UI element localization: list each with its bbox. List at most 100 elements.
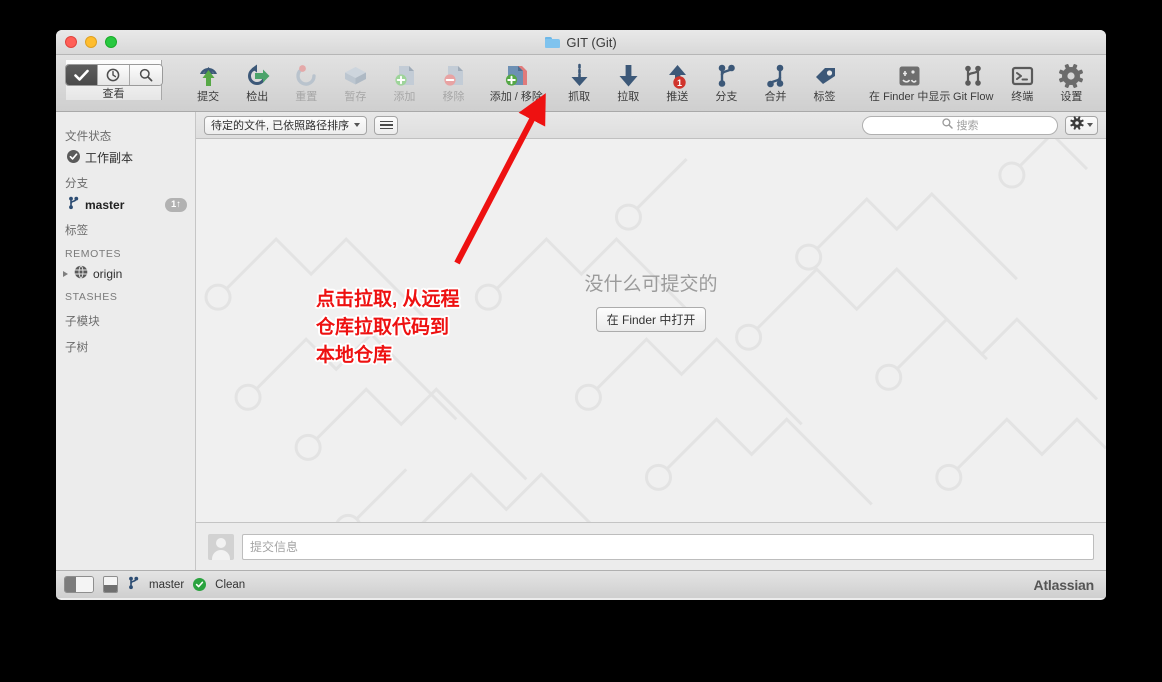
status-state-label: Clean xyxy=(215,579,245,591)
status-branch-label: master xyxy=(149,579,184,591)
chevron-down-icon xyxy=(1087,123,1093,127)
window-title: GIT (Git) xyxy=(566,35,616,50)
toolbar-button-merge[interactable]: 合并 xyxy=(751,60,800,103)
toolbar-button-branch[interactable]: 分支 xyxy=(702,60,751,103)
toolbar-label-git-flow: Git Flow xyxy=(953,91,993,103)
status-badge: 1↑ xyxy=(165,198,187,212)
toolbar-label-settings: 设置 xyxy=(1060,91,1082,103)
window-body: 文件状态 工作副本 分支 master 1↑ 标签 REMOTES xyxy=(56,112,1106,570)
empty-state: 没什么可提交的 在 Finder 中打开 xyxy=(196,269,1106,332)
terminal-icon xyxy=(1009,62,1036,89)
traffic-lights xyxy=(65,36,117,48)
toolbar-label-push: 推送 xyxy=(666,91,688,103)
file-sort-pulldown[interactable]: 待定的文件, 已依照路径排序 xyxy=(204,116,367,135)
empty-state-title: 没什么可提交的 xyxy=(584,269,717,296)
sidebar-header-branches: 分支 xyxy=(56,168,195,194)
add-remove-icon xyxy=(503,62,530,89)
file-sort-label: 待定的文件, 已依照路径排序 xyxy=(211,117,349,133)
commit-icon xyxy=(195,62,222,89)
toolbar-label-fetch: 抓取 xyxy=(568,91,590,103)
open-in-finder-button[interactable]: 在 Finder 中打开 xyxy=(596,307,707,332)
commit-message-bar: 提交信息 xyxy=(196,522,1106,570)
toolbar-button-git-flow[interactable]: Git Flow xyxy=(949,60,998,103)
toolbar-button-checkout[interactable]: 检出 xyxy=(233,60,282,103)
fetch-icon xyxy=(566,62,593,89)
window-title-group: GIT (Git) xyxy=(56,35,1106,50)
check-icon[interactable] xyxy=(66,65,98,85)
toolbar-button-add-remove[interactable]: 添加 / 移除 xyxy=(478,60,555,103)
sidebar-item-working-copy[interactable]: 工作副本 xyxy=(56,147,195,168)
toolbar-button-stash[interactable]: 暂存 xyxy=(331,60,380,103)
chevron-right-icon[interactable] xyxy=(63,271,68,277)
app-window: GIT (Git) 查看 xyxy=(56,30,1106,600)
toolbar-button-pull[interactable]: 拉取 xyxy=(604,60,653,103)
search-icon[interactable] xyxy=(130,65,162,85)
sidebar-header-remotes: REMOTES xyxy=(56,241,195,263)
toolbar-button-fetch[interactable]: 抓取 xyxy=(555,60,604,103)
search-icon xyxy=(942,118,953,132)
toolbar-label-merge: 合并 xyxy=(764,91,786,103)
finder-icon xyxy=(896,62,923,89)
status-bar: master Clean Atlassian xyxy=(56,570,1106,598)
stash-icon xyxy=(342,62,369,89)
reset-icon xyxy=(293,62,320,89)
push-icon: 1 xyxy=(664,62,691,89)
sidebar-header-tags: 标签 xyxy=(56,215,195,241)
toolbar-label-terminal: 终端 xyxy=(1011,91,1033,103)
list-view-button[interactable] xyxy=(374,116,398,135)
branch-icon xyxy=(713,62,740,89)
search-input[interactable]: 搜索 xyxy=(862,116,1058,135)
toolbar-button-settings[interactable]: 设置 xyxy=(1047,60,1096,103)
branch-icon xyxy=(67,196,80,213)
sidebar-header-stashes: STASHES xyxy=(56,284,195,306)
toolbar-button-remove[interactable]: 移除 xyxy=(429,60,478,103)
toolbar-label-add: 添加 xyxy=(393,91,415,103)
toolbar-label-stash: 暂存 xyxy=(344,91,366,103)
branch-icon xyxy=(127,576,140,593)
svg-text:1: 1 xyxy=(677,78,682,88)
toolbar-label-branch: 分支 xyxy=(715,91,737,103)
title-bar: GIT (Git) xyxy=(56,30,1106,55)
sidebar-item-origin[interactable]: origin xyxy=(56,263,195,284)
settings-gear-button[interactable] xyxy=(1065,116,1098,135)
remove-icon xyxy=(440,62,467,89)
toolbar-label-show-in-finder: 在 Finder 中显示 xyxy=(869,91,950,103)
folder-icon xyxy=(545,36,560,48)
pull-icon xyxy=(615,62,642,89)
toolbar-label-reset: 重置 xyxy=(295,91,317,103)
toolbar-button-add[interactable]: 添加 xyxy=(380,60,429,103)
sidebar-header-file-status: 文件状态 xyxy=(56,121,195,147)
zoom-button[interactable] xyxy=(105,36,117,48)
sidebar-toggle[interactable] xyxy=(64,576,94,593)
sidebar-item-master[interactable]: master 1↑ xyxy=(56,194,195,215)
commit-message-input[interactable]: 提交信息 xyxy=(242,534,1094,560)
git-flow-icon xyxy=(960,62,987,89)
main-toolbar: 查看 提交 检出 xyxy=(56,55,1106,112)
sidebar-label-master: master xyxy=(85,198,124,212)
user-avatar xyxy=(208,534,234,560)
toolbar-label-commit: 提交 xyxy=(197,91,219,103)
search-placeholder: 搜索 xyxy=(957,117,979,133)
atlassian-brand: Atlassian xyxy=(1034,577,1098,593)
sidebar-header-submodules: 子模块 xyxy=(56,306,195,332)
toolbar-button-push[interactable]: 1 推送 xyxy=(653,60,702,103)
clock-icon[interactable] xyxy=(98,65,130,85)
toolbar-view-label: 查看 xyxy=(103,88,125,100)
toolbar-button-commit[interactable]: 提交 xyxy=(184,60,233,103)
close-button[interactable] xyxy=(65,36,77,48)
sidebar-label-working-copy: 工作副本 xyxy=(85,149,133,166)
toolbar-button-tag[interactable]: 标签 xyxy=(800,60,849,103)
filter-bar: 待定的文件, 已依照路径排序 搜索 xyxy=(196,112,1106,139)
view-segmented-control[interactable] xyxy=(65,64,163,86)
toolbar-button-reset[interactable]: 重置 xyxy=(282,60,331,103)
toolbar-view-group: 查看 xyxy=(66,60,162,100)
empty-state-canvas: 没什么可提交的 在 Finder 中打开 xyxy=(196,139,1106,522)
toolbar-button-terminal[interactable]: 终端 xyxy=(998,60,1047,103)
checkout-icon xyxy=(244,62,271,89)
toolbar-button-show-in-finder[interactable]: 在 Finder 中显示 xyxy=(871,60,949,103)
panel-toggle[interactable] xyxy=(103,576,118,593)
sidebar: 文件状态 工作副本 分支 master 1↑ 标签 REMOTES xyxy=(56,112,196,570)
sidebar-label-origin: origin xyxy=(93,267,122,281)
minimize-button[interactable] xyxy=(85,36,97,48)
toolbar-label-tag: 标签 xyxy=(814,91,836,103)
